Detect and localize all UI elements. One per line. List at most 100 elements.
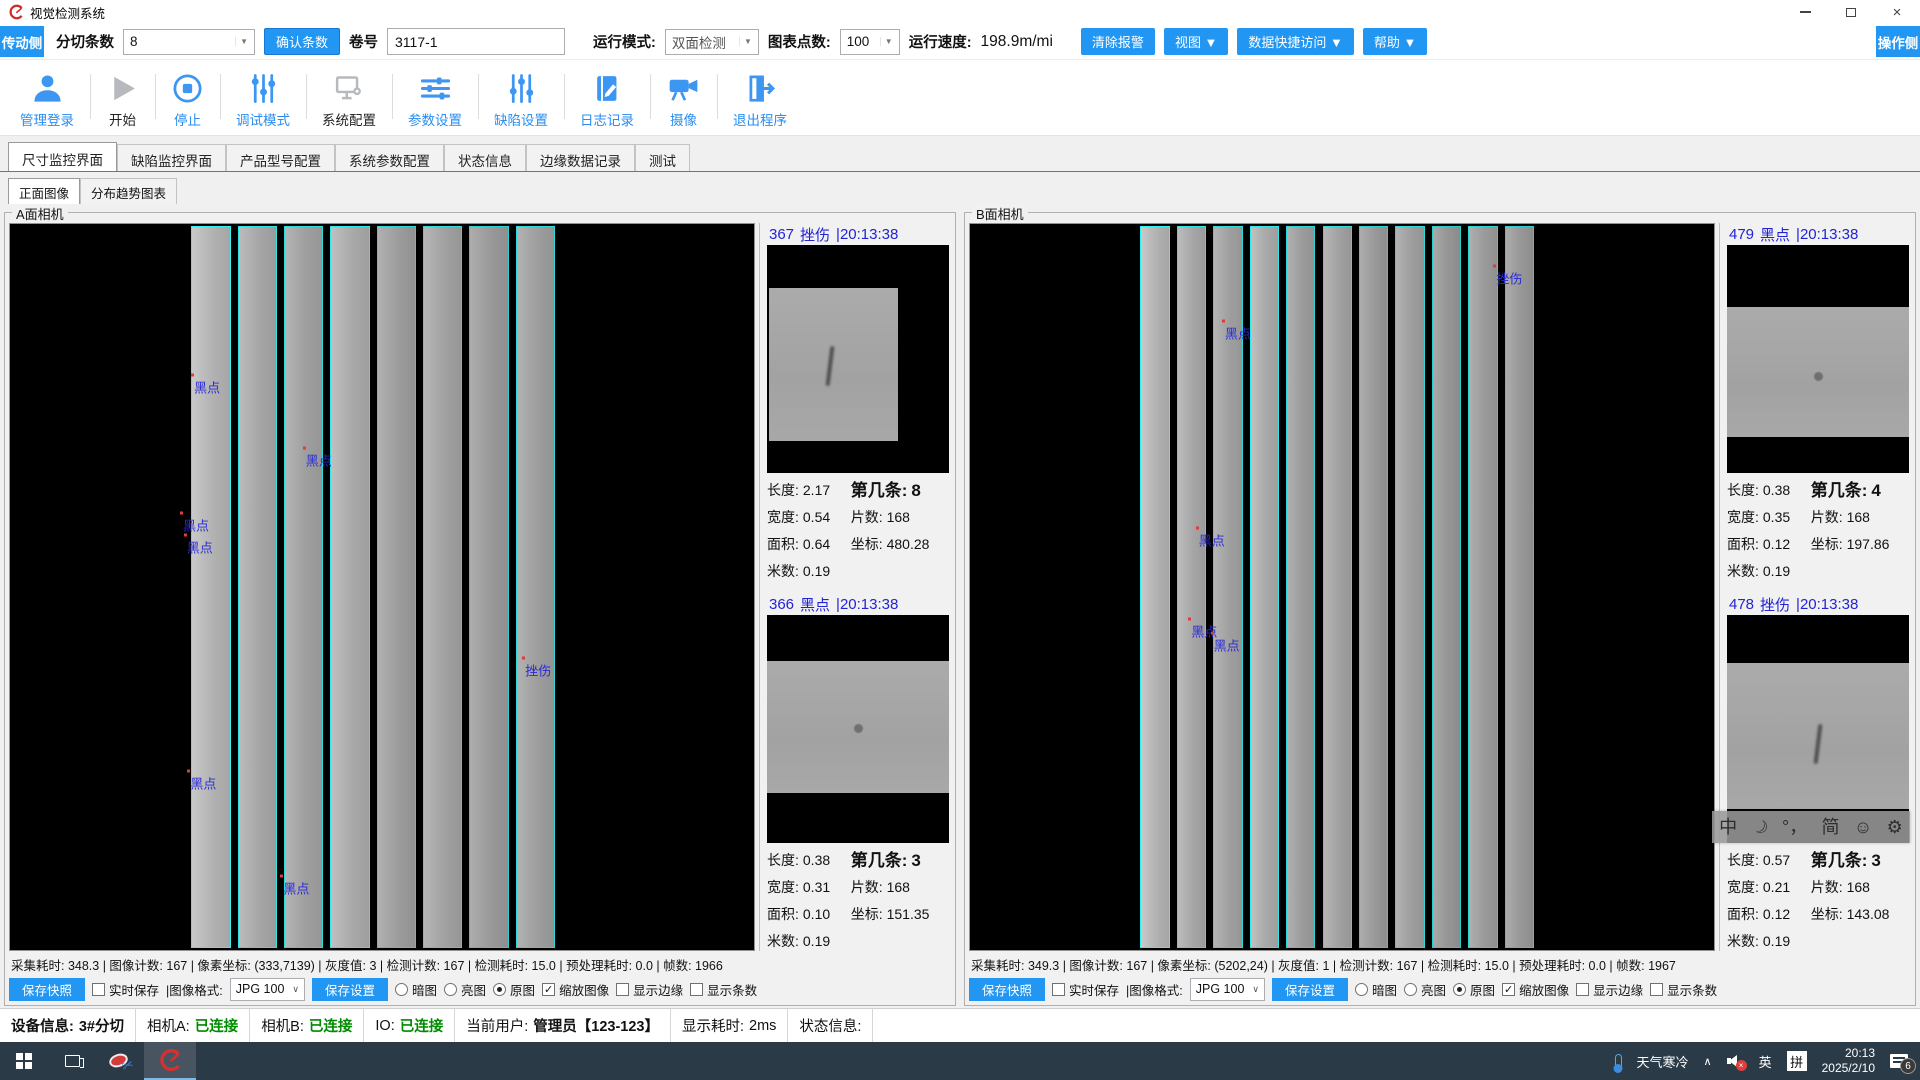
toolbar-item-debug-mode[interactable]: 调试模式	[220, 64, 306, 129]
main-tab-5[interactable]: 边缘数据记录	[526, 144, 635, 171]
volume-muted-icon[interactable]: ×	[1727, 1054, 1744, 1068]
radio-暗图[interactable]: 暗图	[1355, 980, 1397, 999]
toolbar-item-param-settings[interactable]: 参数设置	[392, 64, 478, 129]
sub-tab-0[interactable]: 正面图像	[8, 178, 80, 204]
ime-simplified-mode[interactable]: 简	[1822, 818, 1840, 836]
ime-emoji-icon[interactable]: ☺	[1854, 818, 1872, 836]
close-button[interactable]: ×	[1874, 0, 1920, 24]
toolbar-item-label: 停止	[174, 109, 201, 129]
inspection-app-taskbar-button[interactable]	[144, 1042, 196, 1080]
camera-b-controls: 保存快照实时保存|图像格式:JPG 100∨保存设置暗图亮图原图✓缩放图像显示边…	[969, 975, 1911, 1003]
defect-card[interactable]: 478挫伤|20:13:38长度:0.57第几条:3宽度:0.21片数:168面…	[1727, 593, 1909, 949]
save-settings-button[interactable]: 保存设置	[312, 978, 388, 1001]
defect-card[interactable]: 366黑点|20:13:38长度:0.38第几条:3宽度:0.31片数:168面…	[767, 593, 949, 949]
main-tab-3[interactable]: 系统参数配置	[335, 144, 444, 171]
defect-stat-pieces: 片数:168	[851, 878, 949, 897]
roll-number-input[interactable]: 3117-1	[387, 28, 565, 55]
defect-tag: 黑点	[1199, 530, 1225, 549]
help-menu-button[interactable]: 帮助 ▼	[1363, 28, 1427, 55]
realtime-save-checkbox[interactable]: 实时保存	[92, 980, 159, 999]
defect-stat-meters: 米数:0.19	[1727, 562, 1811, 581]
option-label: 原图	[510, 980, 535, 999]
save-snapshot-button[interactable]: 保存快照	[969, 978, 1045, 1001]
clear-alarm-button[interactable]: 清除报警	[1081, 28, 1155, 55]
operate-side-button[interactable]: 操作侧	[1876, 26, 1920, 57]
task-view-button[interactable]	[48, 1042, 96, 1080]
stat-label: 米数:	[1727, 932, 1759, 951]
defect-id: 479	[1729, 226, 1754, 243]
view-menu-button[interactable]: 视图 ▼	[1164, 28, 1228, 55]
stat-value: 3	[1871, 851, 1880, 870]
checkbox-显示边缘[interactable]: 显示边缘	[616, 980, 683, 999]
minimize-button[interactable]	[1782, 0, 1828, 24]
defect-card[interactable]: 367挫伤|20:13:38长度:2.17第几条:8宽度:0.54片数:168面…	[767, 223, 949, 579]
confirm-count-button[interactable]: 确认条数	[264, 28, 340, 55]
snipping-app-button[interactable]: ✂	[96, 1042, 144, 1080]
realtime-save-checkbox[interactable]: 实时保存	[1052, 980, 1119, 999]
toolbar-item-exit[interactable]: 退出程序	[717, 64, 803, 129]
defect-thumbnail-material	[1727, 307, 1909, 437]
status-segment-value: 已连接	[195, 1015, 239, 1036]
run-mode-select[interactable]: 双面检测 ▼	[665, 29, 759, 55]
save-snapshot-button[interactable]: 保存快照	[9, 978, 85, 1001]
camera-b-live-image[interactable]: 挫伤黑点黑点黑点黑点	[969, 223, 1715, 951]
main-tab-0[interactable]: 尺寸监控界面	[8, 142, 117, 171]
radio-暗图[interactable]: 暗图	[395, 980, 437, 999]
clock[interactable]: 20:13 2025/2/10	[1822, 1046, 1875, 1076]
radio-原图[interactable]: 原图	[493, 980, 535, 999]
main-tab-2[interactable]: 产品型号配置	[226, 144, 335, 171]
app-logo-icon	[158, 1048, 182, 1072]
image-format-select[interactable]: JPG 100∨	[1190, 978, 1265, 1001]
main-tab-4[interactable]: 状态信息	[444, 144, 526, 171]
checkbox-缩放图像[interactable]: ✓缩放图像	[542, 980, 609, 999]
toolbar-item-admin-login[interactable]: 管理登录	[4, 64, 90, 129]
data-quick-access-button[interactable]: 数据快捷访问 ▼	[1237, 28, 1353, 55]
slit-count-select[interactable]: 8 ▼	[123, 29, 255, 55]
tray-expand-icon[interactable]: ∧	[1704, 1055, 1712, 1068]
chart-points-select[interactable]: 100 ▼	[840, 29, 900, 55]
toolbar-item-start[interactable]: 开始	[90, 64, 155, 129]
ime-chinese-mode[interactable]: 中	[1719, 818, 1737, 836]
defect-id: 478	[1729, 596, 1754, 613]
toolbar-item-camera[interactable]: 摄像	[650, 64, 717, 129]
sub-tab-1[interactable]: 分布趋势图表	[80, 178, 177, 204]
checkbox-缩放图像[interactable]: ✓缩放图像	[1502, 980, 1569, 999]
start-button[interactable]	[0, 1042, 48, 1080]
ime-indicator[interactable]: 拼	[1787, 1051, 1807, 1071]
image-format-select[interactable]: JPG 100∨	[230, 978, 305, 1001]
ime-fullhalf-icon[interactable]: ☽	[1748, 815, 1771, 839]
camera-a-live-image[interactable]: 黑点黑点黑点黑点挫伤黑点黑点	[9, 223, 755, 951]
checkbox-显示边缘[interactable]: 显示边缘	[1576, 980, 1643, 999]
camera-a-defect-list: 367挫伤|20:13:38长度:2.17第几条:8宽度:0.54片数:168面…	[759, 223, 951, 951]
thermometer-icon	[1615, 1054, 1622, 1069]
defect-card[interactable]: 479黑点|20:13:38长度:0.38第几条:4宽度:0.35片数:168面…	[1727, 223, 1909, 579]
drive-side-button[interactable]: 传动侧	[0, 26, 44, 57]
option-label: 显示边缘	[633, 980, 683, 999]
toolbar-item-system-config[interactable]: 系统配置	[306, 64, 392, 129]
radio-亮图[interactable]: 亮图	[444, 980, 486, 999]
toolbar-item-log-record[interactable]: 日志记录	[564, 64, 650, 129]
ime-settings-gear-icon[interactable]: ⚙	[1887, 818, 1903, 836]
stat-value: 168	[1847, 508, 1870, 527]
language-indicator[interactable]: 英	[1759, 1052, 1772, 1071]
toolbar-item-label: 摄像	[670, 109, 697, 129]
radio-亮图[interactable]: 亮图	[1404, 980, 1446, 999]
stat-label: 坐标:	[851, 905, 883, 924]
notification-center-icon[interactable]: 6	[1890, 1054, 1908, 1068]
main-tab-1[interactable]: 缺陷监控界面	[117, 144, 226, 171]
checkbox-显示条数[interactable]: 显示条数	[1650, 980, 1717, 999]
save-settings-button[interactable]: 保存设置	[1272, 978, 1348, 1001]
stat-value: 0.64	[803, 535, 830, 554]
toolbar-item-stop[interactable]: 停止	[155, 64, 220, 129]
stat-label: 宽度:	[767, 878, 799, 897]
ime-punctuation-icon[interactable]: °，	[1782, 818, 1807, 836]
toolbar-item-defect-settings[interactable]: 缺陷设置	[478, 64, 564, 129]
checkbox-显示条数[interactable]: 显示条数	[690, 980, 757, 999]
defect-time: |20:13:38	[836, 596, 898, 613]
defect-stat-coord: 坐标:143.08	[1811, 905, 1909, 924]
radio-原图[interactable]: 原图	[1453, 980, 1495, 999]
weather-text[interactable]: 天气寒冷	[1637, 1052, 1689, 1071]
status-segment: 相机A:已连接	[136, 1009, 250, 1042]
main-tab-6[interactable]: 测试	[635, 144, 690, 171]
restore-button[interactable]	[1828, 0, 1874, 24]
